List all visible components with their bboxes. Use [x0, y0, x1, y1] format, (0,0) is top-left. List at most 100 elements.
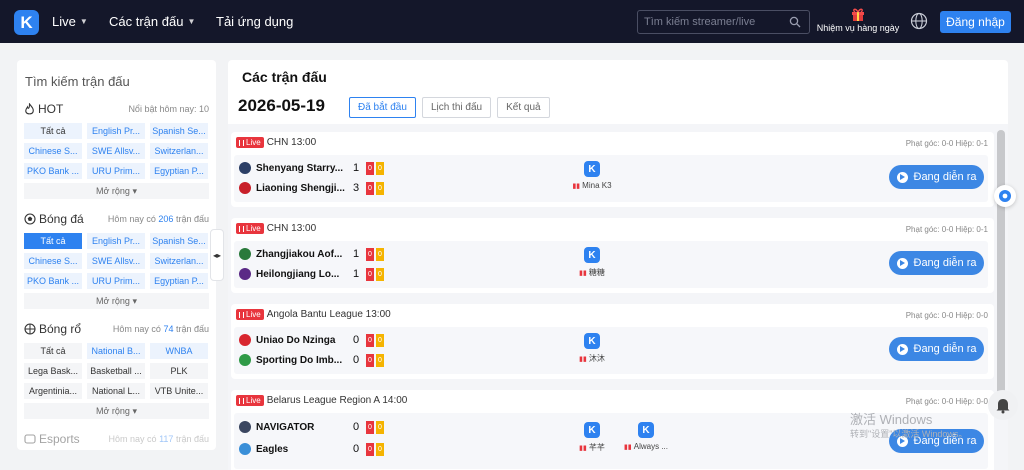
filter-chip[interactable]: PLK [150, 363, 208, 379]
filter-chip[interactable]: Argentinia... [24, 383, 82, 399]
nav-matches[interactable]: Các trận đấu ▼ [109, 0, 195, 43]
filter-chip[interactable]: Spanish Se... [150, 123, 208, 139]
gamepad-icon [24, 434, 36, 444]
league-time: Angola Bantu League 13:00 [266, 309, 391, 320]
chevron-down-icon: ▼ [187, 17, 196, 26]
filter-chip[interactable]: Spanish Se... [150, 233, 208, 249]
streamer-link[interactable]: K ▮▮ 芊芊 [562, 422, 622, 453]
login-button[interactable]: Đăng nhập [940, 11, 1011, 33]
filter-chip[interactable]: Chinese S... [24, 143, 82, 159]
match-stats: Phạt góc: 0-0 Hiệp: 0-1 [905, 225, 988, 234]
filter-chip[interactable]: Egyptian P... [150, 163, 208, 179]
match-card[interactable]: Live CHN 13:00 Phạt góc: 0-0 Hiệp: 0-1 Zh… [231, 218, 994, 293]
globe-icon[interactable] [910, 12, 928, 33]
filter-chip[interactable]: WNBA [150, 343, 208, 359]
site-logo[interactable]: K [14, 10, 39, 35]
red-card-count: 0 [366, 442, 374, 456]
daily-mission-button[interactable]: Nhiệm vụ hàng ngày [815, 6, 901, 33]
red-card-count: 0 [366, 333, 374, 347]
search-input[interactable] [644, 16, 784, 28]
filter-chip[interactable]: National L... [87, 383, 145, 399]
streamer-link[interactable]: K ▮▮ 沐沐 [562, 333, 622, 364]
match-card[interactable]: Live Angola Bantu League 13:00 Phạt góc: … [231, 304, 994, 379]
yellow-card-count: 0 [376, 442, 384, 456]
nav-live-label: Live [52, 14, 76, 29]
tab-schedule[interactable]: Lịch thi đấu [421, 97, 492, 118]
filter-chip[interactable]: PKO Bank ... [24, 273, 82, 289]
filter-chip[interactable]: SWE Allsv... [87, 253, 145, 269]
expand-button[interactable]: Mở rộng ▾ [24, 183, 209, 199]
nav-matches-label: Các trận đấu [109, 14, 184, 29]
search-icon[interactable] [789, 16, 801, 31]
sidebar-collapse-toggle[interactable]: ◂▸ [210, 229, 224, 281]
match-filter-sidebar: Tìm kiếm trận đấu HOT Nổi bật hôm nay: 1… [17, 60, 216, 450]
streamer-avatar: K [584, 422, 600, 438]
tab-results[interactable]: Kết quả [497, 97, 550, 118]
signal-icon: ▮▮ [579, 356, 587, 363]
filter-chip[interactable]: VTB Unite... [150, 383, 208, 399]
page-scrollbar[interactable] [997, 130, 1005, 412]
expand-label: Mở rộng [96, 296, 130, 306]
filter-chip[interactable]: Lega Bask... [24, 363, 82, 379]
streamer-name: 沐沐 [588, 354, 605, 363]
nav-download-app[interactable]: Tải ứng dụng [216, 0, 293, 43]
filter-chip-selected[interactable]: Tất cả [24, 233, 82, 249]
team-score: 1 [352, 268, 360, 280]
watermark-line: 激活 Windows [850, 412, 933, 427]
watch-live-button[interactable]: Đang diễn ra [889, 337, 984, 361]
sidebar-title: Tìm kiếm trận đấu [25, 74, 130, 89]
watch-live-button[interactable]: Đang diễn ra [889, 251, 984, 275]
team-name: Sporting Do Imb... [256, 354, 343, 366]
streamer-link[interactable]: K ▮▮ 糖糖 [562, 247, 622, 278]
expand-button[interactable]: Mở rộng ▾ [24, 403, 209, 419]
top-navigation-bar: K Live▼ Các trận đấu▼ Tải ứng dụng Nhiệm… [0, 0, 1024, 43]
filter-chip[interactable]: URU Prim... [87, 273, 145, 289]
watch-label: Đang diễn ra [913, 171, 977, 183]
nav-live[interactable]: Live ▼ [52, 0, 88, 43]
away-team: Sporting Do Imb... 0 0 0 [239, 351, 384, 369]
streamer-link[interactable]: K ▮▮ Always ... [616, 422, 676, 451]
tab-started[interactable]: Đã bắt đầu [349, 97, 416, 118]
expand-button[interactable]: Mở rộng ▾ [24, 293, 209, 309]
football-icon [24, 213, 36, 225]
live-badge: Live [236, 309, 264, 320]
filter-chip[interactable]: English Pr... [87, 123, 145, 139]
search-box [637, 10, 810, 34]
filter-section-esports: Esports Hôm nay có 117 trận đấu [24, 431, 209, 447]
filter-chip[interactable]: English Pr... [87, 233, 145, 249]
fire-icon [24, 103, 35, 115]
red-card-count: 0 [366, 181, 374, 195]
team-name: Zhangjiakou Aof... [256, 248, 343, 260]
filter-chip[interactable]: PKO Bank ... [24, 163, 82, 179]
filter-chip[interactable]: URU Prim... [87, 163, 145, 179]
filter-chip[interactable]: Basketball ... [87, 363, 145, 379]
watch-label: Đang diễn ra [913, 343, 977, 355]
team-score: 1 [352, 162, 360, 174]
play-icon [896, 171, 908, 183]
filter-chip[interactable]: Chinese S... [24, 253, 82, 269]
filter-chip[interactable]: SWE Allsv... [87, 143, 145, 159]
filter-chip[interactable]: Switzerlan... [150, 253, 208, 269]
nav-download-label: Tải ứng dụng [216, 14, 294, 29]
home-team: Zhangjiakou Aof... 1 0 0 [239, 245, 384, 263]
yellow-card-count: 0 [376, 181, 384, 195]
section-count: Hôm nay có 117 trận đấu [108, 434, 209, 444]
live-badge: Live [236, 223, 264, 234]
team-logo [239, 182, 251, 194]
filter-chip[interactable]: Egyptian P... [150, 273, 208, 289]
streamer-link[interactable]: K ▮▮ Mina K3 [562, 161, 622, 190]
section-name: Esports [39, 432, 80, 446]
filter-chip[interactable]: Switzerlan... [150, 143, 208, 159]
chat-float-button[interactable] [994, 185, 1016, 207]
team-name: Heilongjiang Lo... [256, 268, 340, 280]
windows-activation-watermark: 激活 Windows 转到"设置"以激活 Windows。 [850, 413, 967, 441]
watch-live-button[interactable]: Đang diễn ra [889, 165, 984, 189]
match-card[interactable]: Live CHN 13:00 Phạt góc: 0-0 Hiệp: 0-1 Sh… [231, 132, 994, 207]
filter-chip[interactable]: National B... [87, 343, 145, 359]
gift-icon [815, 6, 901, 23]
team-score: 0 [352, 443, 360, 455]
notification-float-button[interactable] [988, 390, 1018, 420]
filter-chip[interactable]: Tất cả [24, 343, 82, 359]
yellow-card-count: 0 [376, 420, 384, 434]
filter-chip[interactable]: Tất cả [24, 123, 82, 139]
